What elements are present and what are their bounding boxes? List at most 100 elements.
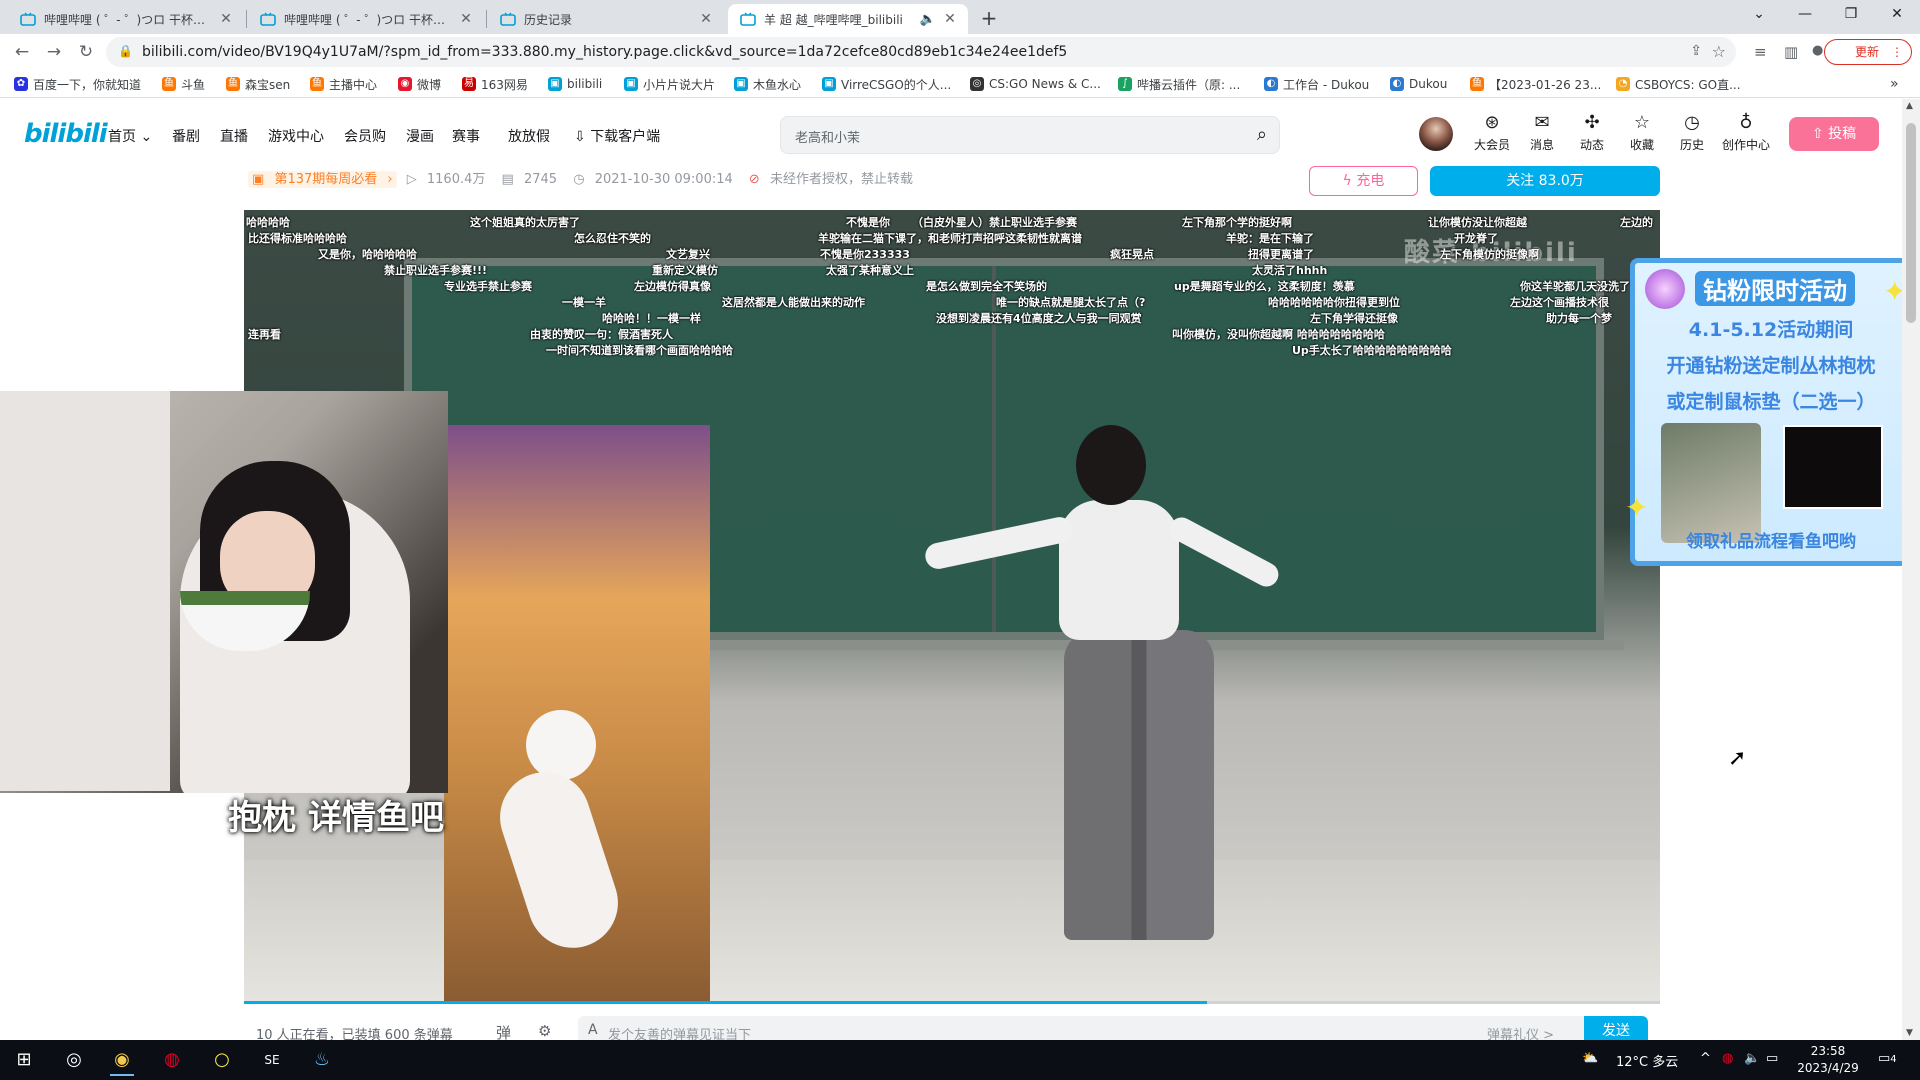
header-creator-center[interactable]: ♁ 创作中心 [1718,113,1774,153]
lock-icon[interactable]: 🔒 [118,44,133,58]
osu-icon[interactable]: ○ [204,1044,240,1076]
promo-banner[interactable]: 钻粉限时活动 4.1-5.12活动期间 开通钻粉送定制丛林抱枕 或定制鼠标垫（二… [1625,258,1912,566]
scroll-down-icon[interactable]: ▼ [1906,1028,1913,1038]
more-menu-icon[interactable]: ⋮ [1891,40,1903,64]
nav-manga[interactable]: 漫画 [406,126,434,146]
tab-search-icon[interactable]: ⌄ [1736,0,1782,30]
new-tab-button[interactable]: + [976,6,1002,32]
bookmark-item[interactable]: ◐ 工作台 - Dukou [1264,74,1369,94]
danmaku-comment: （白皮外星人）禁止职业选手参赛 [912,216,1077,229]
side-panel-icon[interactable]: ▥ [1784,43,1798,61]
danmaku-comment: 羊驼输在二猫下课了，和老师打声招呼这柔韧性就离谱 [818,232,1082,245]
nav-mall[interactable]: 会员购 [344,126,386,146]
netease-tray-icon[interactable]: ◍ [1722,1051,1733,1066]
bookmark-item[interactable]: ◐ Dukou [1390,74,1447,94]
video-progress-bar[interactable] [244,1001,1660,1004]
bookmark-item[interactable]: ◎ CS:GO News & C... [970,74,1101,94]
address-bar[interactable]: 🔒 bilibili.com/video/BV19Q4y1U7aM/?spm_i… [106,37,1736,67]
bookmark-item[interactable]: 鱼森宝sen [226,74,290,94]
nav-game-center[interactable]: 游戏中心 [268,126,324,146]
search-icon[interactable]: ⌕ [1257,124,1267,145]
cat-head [526,710,596,780]
page-scrollbar[interactable]: ▲ ▼ [1902,99,1920,1040]
url-text[interactable]: bilibili.com/video/BV19Q4y1U7aM/?spm_id_… [142,44,1067,60]
nav-holiday[interactable]: 放放假 [508,126,550,146]
tray-expand-icon[interactable]: ^ [1700,1051,1711,1066]
scrollbar-thumb[interactable] [1906,123,1916,323]
scroll-up-icon[interactable]: ▲ [1906,101,1913,111]
browser-tab-2[interactable]: 哔哩哔哩 ( ゜- ゜)つロ 干杯~-bili ✕ [248,4,484,34]
upload-button[interactable]: ⇧ 投稿 [1789,117,1879,151]
douyu-icon: 鱼 [1470,77,1484,91]
bilibili-logo[interactable]: bilibili [24,119,108,149]
chrome-icon[interactable]: ◉ [104,1044,140,1076]
header-dynamics[interactable]: ✣ 动态 [1568,113,1616,153]
header-history[interactable]: ◷ 历史 [1668,113,1716,153]
media-controls-icon[interactable]: ≡ [1754,43,1767,61]
notification-icon[interactable]: ▭4 [1878,1051,1897,1066]
bookmark-item[interactable]: 鱼斗鱼 [162,74,205,94]
se-app-icon[interactable]: SE [254,1044,290,1076]
bookmark-item[interactable]: 鱼【2023-01-26 23... [1470,74,1601,94]
update-button[interactable]: 更新 ⋮ [1824,39,1912,65]
search-box[interactable]: 老高和小茉 ⌕ [780,116,1280,154]
back-arrow-icon[interactable]: ← [8,38,36,66]
restore-icon[interactable]: ❐ [1828,0,1874,30]
header-favorites[interactable]: ☆ 收藏 [1618,113,1666,153]
weekly-badge[interactable]: ▣ 第137期每周必看 › [248,171,397,188]
weather-text[interactable]: 12°C 多云 [1616,1051,1678,1070]
nav-download-client[interactable]: ⇩ 下载客户端 [574,126,660,146]
charge-button[interactable]: ϟ 充电 [1309,166,1418,196]
close-tab-icon[interactable]: ✕ [218,11,234,27]
system-clock[interactable]: 23:58 2023/4/29 [1786,1043,1870,1077]
browser-tab-1[interactable]: 哔哩哔哩 ( ゜- ゜)つロ 干杯~-bili ✕ [8,4,244,34]
tab-separator [246,10,247,28]
close-tab-icon[interactable]: ✕ [698,11,714,27]
bookmark-item[interactable]: ▣ 小片片说大片 [624,74,715,94]
windows-start-icon[interactable]: ⊞ [6,1044,42,1076]
bookmark-item[interactable]: ▣ 木鱼水心 [734,74,801,94]
volume-icon[interactable]: 🔈 [1744,1051,1760,1066]
minimize-icon[interactable]: — [1782,0,1828,30]
network-icon[interactable]: ▭ [1766,1051,1778,1066]
forward-arrow-icon[interactable]: → [40,38,68,66]
nav-live[interactable]: 直播 [220,126,248,146]
bookmark-item[interactable]: ∫ 哔播云插件（原: ... [1118,74,1240,94]
obs-icon[interactable]: ◎ [56,1044,92,1076]
steam-icon[interactable]: ♨ [304,1044,340,1076]
bookmark-item[interactable]: ✿ 百度一下，你就知道 [14,74,141,94]
video-player[interactable]: 酸菜 bilibili 哈哈哈哈 比还得标准哈哈哈哈 又是你，哈哈哈哈哈 禁止职业选手… [244,210,1660,1002]
bookmark-item[interactable]: 鱼主播中心 [310,74,377,94]
browser-tab-3[interactable]: 历史记录 ✕ [488,4,724,34]
bilibili-icon: ▣ [548,77,562,91]
tab-title: 历史记录 [524,12,573,27]
bookmark-item[interactable]: 易 163网易 [462,74,528,94]
reload-icon[interactable]: ↻ [72,38,100,66]
close-tab-icon[interactable]: ✕ [942,11,958,27]
speaker-icon[interactable]: 🔈 [920,12,936,27]
search-input[interactable]: 老高和小茉 [795,127,860,146]
nav-esports[interactable]: 赛事 [452,126,480,146]
header-vip[interactable]: ⊛ 大会员 [1468,113,1516,153]
profile-icon[interactable]: ● [1812,43,1823,58]
bookmark-item[interactable]: ▣ VirreCSGO的个人... [822,74,951,94]
user-avatar[interactable] [1419,117,1453,151]
bookmark-item[interactable]: ◔ CSBOYCS: GO直... [1616,74,1741,94]
font-style-icon[interactable]: A [588,1022,598,1038]
share-icon[interactable]: ⇪ [1690,43,1702,59]
browser-tab-active[interactable]: 羊 超 越_哔哩哔哩_bilibili 🔈 ✕ [728,4,968,34]
window-close-icon[interactable]: ✕ [1874,0,1920,30]
bookmark-item[interactable]: ▣ bilibili [548,74,602,94]
danmaku-settings-icon[interactable]: ⚙ [538,1022,551,1040]
header-messages[interactable]: ✉ 消息 [1518,113,1566,153]
close-tab-icon[interactable]: ✕ [458,11,474,27]
follow-button[interactable]: 关注 83.0万 [1430,166,1660,196]
nav-home[interactable]: 首页 ⌄ [108,126,152,146]
weather-icon[interactable]: ⛅ [1582,1051,1598,1066]
netease-music-icon[interactable]: ◍ [154,1044,190,1076]
bookmarks-bar: ✿ 百度一下，你就知道 鱼斗鱼 鱼森宝sen 鱼主播中心 ◉ 微博 易 163网易 ▣… [0,70,1920,98]
bookmarks-overflow-icon[interactable]: » [1890,74,1899,94]
nav-anime[interactable]: 番剧 [172,126,200,146]
bookmark-star-icon[interactable]: ☆ [1712,42,1726,61]
bookmark-item[interactable]: ◉ 微博 [398,74,441,94]
